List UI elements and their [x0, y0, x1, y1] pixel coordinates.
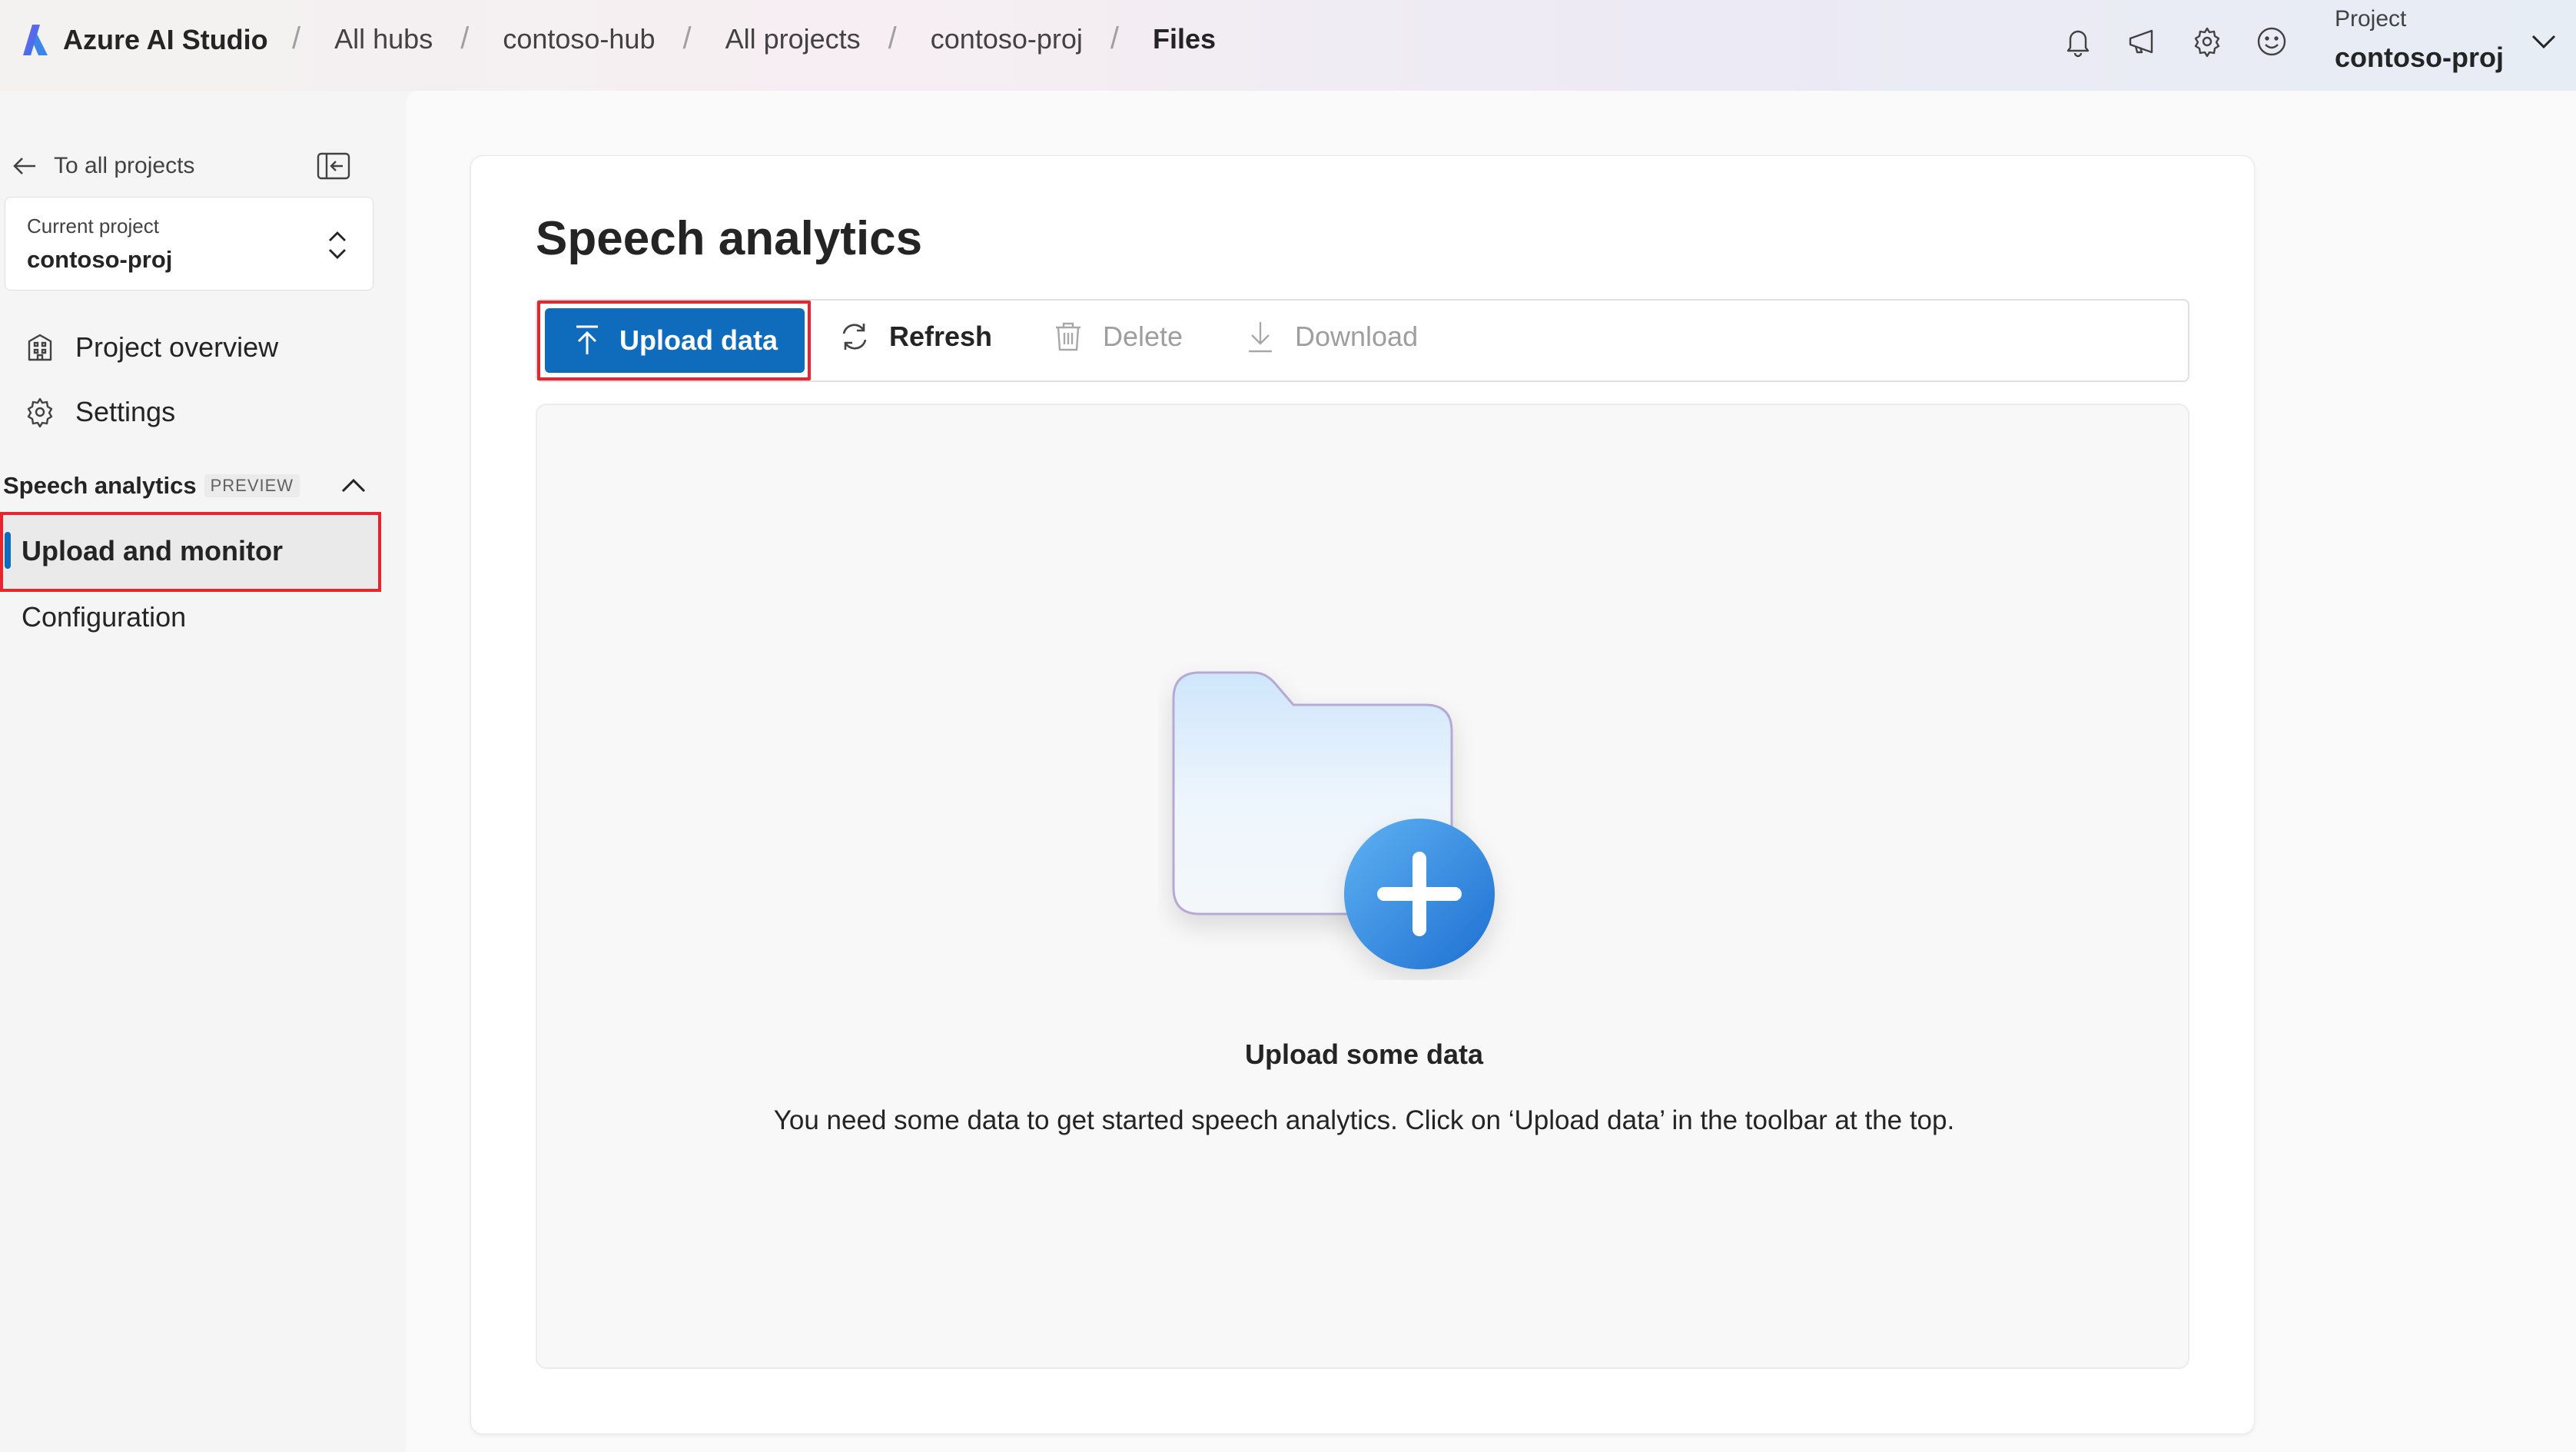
refresh-icon: [842, 324, 867, 350]
page-title: Speech analytics: [536, 212, 923, 265]
azure-ai-logo-icon: [23, 25, 48, 55]
chevron-up-icon[interactable]: [338, 470, 369, 501]
main-content: Speech analytics Upload data Refresh Del…: [406, 91, 2576, 1452]
breadcrumb-separator: /: [888, 22, 897, 55]
delete-button[interactable]: Delete: [1051, 319, 1183, 354]
sidebar: To all projects Current project contoso-…: [0, 91, 406, 1452]
sidebar-item-label: Settings: [75, 396, 176, 427]
sidebar-item-label: Upload and monitor: [22, 535, 283, 567]
breadcrumb-all-hubs[interactable]: All hubs: [334, 23, 433, 55]
active-indicator: [5, 532, 11, 569]
breadcrumb-project[interactable]: contoso-proj: [931, 23, 1083, 55]
sidebar-item-label: Project overview: [75, 331, 279, 363]
project-picker[interactable]: Project contoso-proj: [2335, 6, 2504, 74]
back-to-all-projects-link[interactable]: To all projects: [11, 152, 194, 180]
delete-label: Delete: [1103, 321, 1183, 352]
collapse-sidebar-icon[interactable]: [315, 149, 352, 183]
refresh-button[interactable]: Refresh: [837, 319, 992, 354]
chevron-up-down-icon: [329, 231, 346, 259]
sidebar-item-configuration[interactable]: Configuration: [22, 601, 186, 633]
gear-icon: [27, 397, 53, 428]
content-card: Speech analytics Upload data Refresh Del…: [470, 155, 2255, 1434]
sidebar-item-project-overview[interactable]: Project overview: [23, 331, 278, 364]
top-header: Azure AI Studio / All hubs / contoso-hub…: [0, 0, 2576, 91]
folder-add-icon: [1172, 671, 1495, 969]
smiley-icon[interactable]: [2253, 23, 2290, 60]
breadcrumb-all-projects[interactable]: All projects: [725, 23, 861, 55]
trash-icon: [1056, 322, 1081, 351]
empty-state: Upload some data You need some data to g…: [536, 404, 2189, 1369]
current-project-selector[interactable]: Current project contoso-proj: [5, 197, 373, 291]
megaphone-icon[interactable]: [2124, 23, 2161, 60]
bell-icon[interactable]: [2060, 23, 2096, 60]
sidebar-item-upload-and-monitor[interactable]: Upload and monitor: [0, 512, 381, 592]
download-icon: [1249, 322, 1272, 353]
upload-arrow-icon: [576, 325, 598, 354]
current-project-value: contoso-proj: [27, 246, 173, 273]
download-button[interactable]: Download: [1243, 319, 1418, 354]
empty-state-description: You need some data to get started speech…: [773, 1105, 1955, 1135]
project-picker-value: contoso-proj: [2335, 42, 2504, 73]
section-label: Speech analytics: [3, 472, 197, 499]
app-name: Azure AI Studio: [63, 24, 268, 55]
refresh-label: Refresh: [889, 321, 993, 352]
breadcrumb: / All hubs / contoso-hub / All projects …: [292, 22, 1216, 56]
current-project-label: Current project: [27, 214, 159, 238]
breadcrumb-files: Files: [1153, 22, 1217, 55]
breadcrumb-separator: /: [460, 22, 470, 55]
brand[interactable]: Azure AI Studio: [22, 23, 268, 57]
upload-highlight: Upload data: [537, 301, 811, 380]
back-label: To all projects: [54, 153, 195, 178]
upload-data-button[interactable]: Upload data: [545, 308, 805, 373]
sidebar-item-settings[interactable]: Settings: [23, 395, 175, 429]
header-icon-group: [2060, 23, 2290, 60]
breadcrumb-separator: /: [682, 22, 692, 55]
download-label: Download: [1295, 321, 1419, 352]
breadcrumb-separator: /: [1110, 22, 1120, 55]
arrow-left-icon: [13, 158, 35, 174]
sidebar-section-speech-analytics[interactable]: Speech analytics PREVIEW: [3, 472, 369, 500]
chevron-down-icon[interactable]: [2528, 26, 2559, 57]
building-icon: [28, 334, 52, 361]
toolbar: Upload data Refresh Delete Download: [536, 299, 2189, 382]
upload-data-label: Upload data: [619, 324, 778, 356]
empty-state-title: Upload some data: [1244, 1038, 1484, 1070]
gear-icon[interactable]: [2189, 23, 2226, 60]
project-picker-label: Project: [2335, 6, 2407, 32]
breadcrumb-separator: /: [292, 22, 301, 55]
breadcrumb-hub[interactable]: contoso-hub: [503, 23, 655, 55]
preview-badge: PREVIEW: [204, 474, 300, 497]
